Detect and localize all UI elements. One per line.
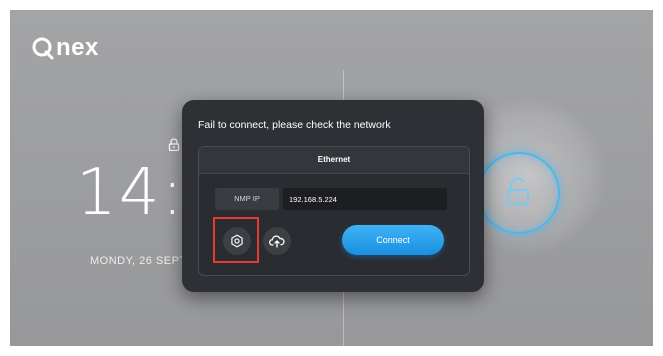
nmp-ip-label: NMP IP: [215, 188, 279, 210]
connect-button[interactable]: Connect: [342, 225, 444, 255]
unlock-button[interactable]: [478, 152, 560, 234]
clock-time: 14:: [76, 156, 185, 230]
q-logo-icon: [32, 37, 54, 60]
connection-error-dialog: Fail to connect, please check the networ…: [182, 100, 484, 292]
lock-icon: [168, 138, 180, 156]
gear-icon: [231, 234, 243, 248]
ethernet-panel: Ethernet NMP IP Connect: [198, 146, 470, 276]
upload-button[interactable]: [263, 227, 291, 255]
cloud-upload-icon: [269, 235, 285, 248]
ethernet-header: Ethernet: [199, 147, 469, 174]
logo-text: nex: [56, 34, 99, 61]
unlock-icon: [504, 176, 532, 211]
clock-date: MONDY, 26 SEPT: [90, 255, 187, 267]
nmp-ip-input[interactable]: [283, 188, 447, 210]
settings-button[interactable]: [223, 227, 251, 255]
qnex-logo: nex: [32, 34, 99, 62]
dialog-title: Fail to connect, please check the networ…: [198, 119, 391, 131]
